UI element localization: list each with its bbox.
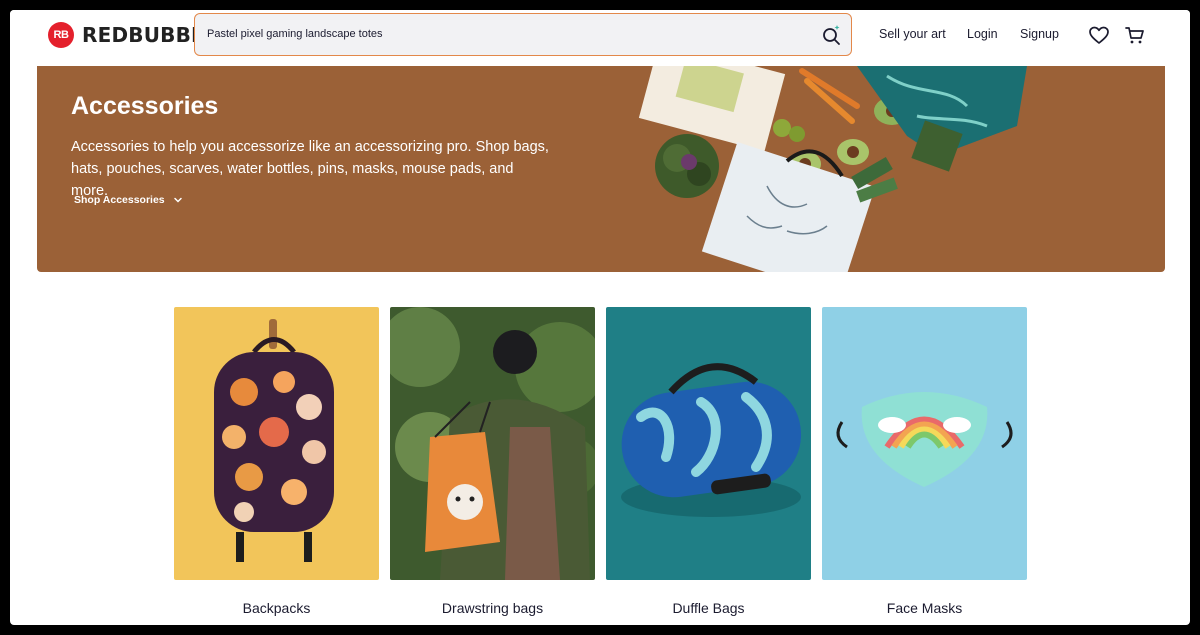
nav-login[interactable]: Login bbox=[967, 27, 998, 41]
backpacks-image bbox=[174, 307, 379, 580]
browser-page: RB REDBUBBLE Pastel pixel gaming landsca… bbox=[10, 10, 1190, 625]
search-icon[interactable] bbox=[819, 23, 843, 47]
category-card-face-masks[interactable]: Face Masks bbox=[822, 307, 1027, 616]
redbubble-logo[interactable]: RB REDBUBBLE bbox=[48, 22, 218, 48]
banner-title: Accessories bbox=[71, 92, 219, 120]
duffle-bags-image bbox=[606, 307, 811, 580]
category-label: Duffle Bags bbox=[672, 600, 745, 616]
shop-accessories-label: Shop Accessories bbox=[74, 194, 165, 206]
cart-icon[interactable] bbox=[1123, 23, 1147, 47]
drawstring-bags-image bbox=[390, 307, 595, 580]
heart-icon[interactable] bbox=[1087, 23, 1111, 47]
shop-accessories-dropdown[interactable]: Shop Accessories bbox=[74, 194, 183, 206]
category-card-backpacks[interactable]: Backpacks bbox=[174, 307, 379, 616]
category-card-duffle-bags[interactable]: Duffle Bags bbox=[606, 307, 811, 616]
nav-signup[interactable]: Signup bbox=[1020, 27, 1059, 41]
search-value: Pastel pixel gaming landscape totes bbox=[207, 28, 383, 40]
category-label: Drawstring bags bbox=[441, 600, 544, 616]
banner-image-bags-and-vegetables bbox=[638, 66, 1027, 272]
banner-description: Accessories to help you accessorize like… bbox=[71, 139, 549, 199]
search-input[interactable]: Pastel pixel gaming landscape totes bbox=[194, 13, 852, 56]
category-label: Face Masks bbox=[886, 600, 963, 616]
site-header: RB REDBUBBLE Pastel pixel gaming landsca… bbox=[10, 10, 1190, 66]
accessories-banner: Accessories Accessories to help you acce… bbox=[37, 66, 1165, 272]
category-label: Backpacks bbox=[242, 600, 311, 616]
nav-sell-your-art[interactable]: Sell your art bbox=[879, 27, 946, 41]
face-masks-image bbox=[822, 307, 1027, 580]
logo-mark: RB bbox=[48, 22, 74, 48]
category-card-drawstring-bags[interactable]: Drawstring bags bbox=[390, 307, 595, 616]
chevron-down-icon bbox=[173, 197, 182, 203]
